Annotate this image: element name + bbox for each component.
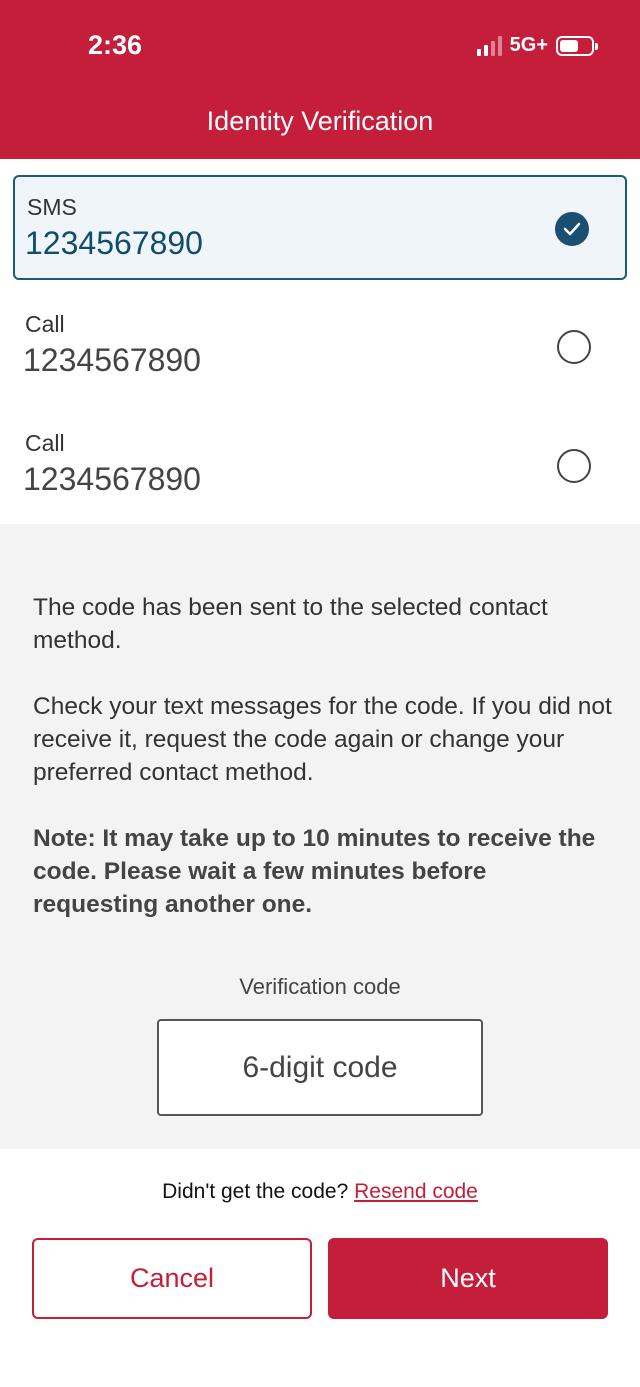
contact-option-type: Call: [25, 311, 65, 337]
contact-method-list: SMS 1234567890 Call 1234567890 Call 1234…: [0, 159, 640, 524]
status-time: 2:36: [88, 30, 143, 60]
empty-circle-icon[interactable]: [557, 449, 591, 483]
empty-circle-icon[interactable]: [557, 330, 591, 364]
battery-icon: [556, 35, 598, 56]
resend-code-link[interactable]: Resend code: [354, 1180, 478, 1203]
status-indicators: 5G+: [476, 34, 598, 57]
resend-row: Didn't get the code? Resend code: [0, 1180, 640, 1204]
app-header: 2:36 5G+ Identity Verification: [0, 0, 640, 159]
contact-option-number: 1234567890: [23, 342, 201, 378]
wait-note: Note: It may take up to 10 minutes to re…: [33, 825, 596, 918]
next-button[interactable]: Next: [328, 1238, 608, 1319]
verification-code-label: Verification code: [239, 974, 401, 999]
check-circle-icon[interactable]: [555, 212, 589, 246]
contact-option-call-2[interactable]: Call 1234567890: [13, 413, 627, 518]
resend-prompt: Didn't get the code?: [162, 1180, 355, 1203]
contact-option-type: SMS: [27, 194, 77, 220]
check-messages-text: Check your text messages for the code. I…: [33, 693, 612, 786]
cellular-signal-icon: [476, 35, 502, 56]
verification-panel: The code has been sent to the selected c…: [0, 524, 640, 1149]
page-title: Identity Verification: [206, 106, 434, 136]
cancel-button[interactable]: Cancel: [32, 1238, 312, 1319]
contact-option-number: 1234567890: [23, 461, 201, 497]
verification-code-input[interactable]: [157, 1019, 483, 1116]
contact-option-sms[interactable]: SMS 1234567890: [13, 175, 627, 280]
contact-option-type: Call: [25, 430, 65, 456]
contact-option-number: 1234567890: [25, 225, 203, 261]
contact-option-call-1[interactable]: Call 1234567890: [13, 294, 627, 399]
network-type: 5G+: [509, 34, 548, 56]
code-sent-message: The code has been sent to the selected c…: [33, 594, 548, 654]
